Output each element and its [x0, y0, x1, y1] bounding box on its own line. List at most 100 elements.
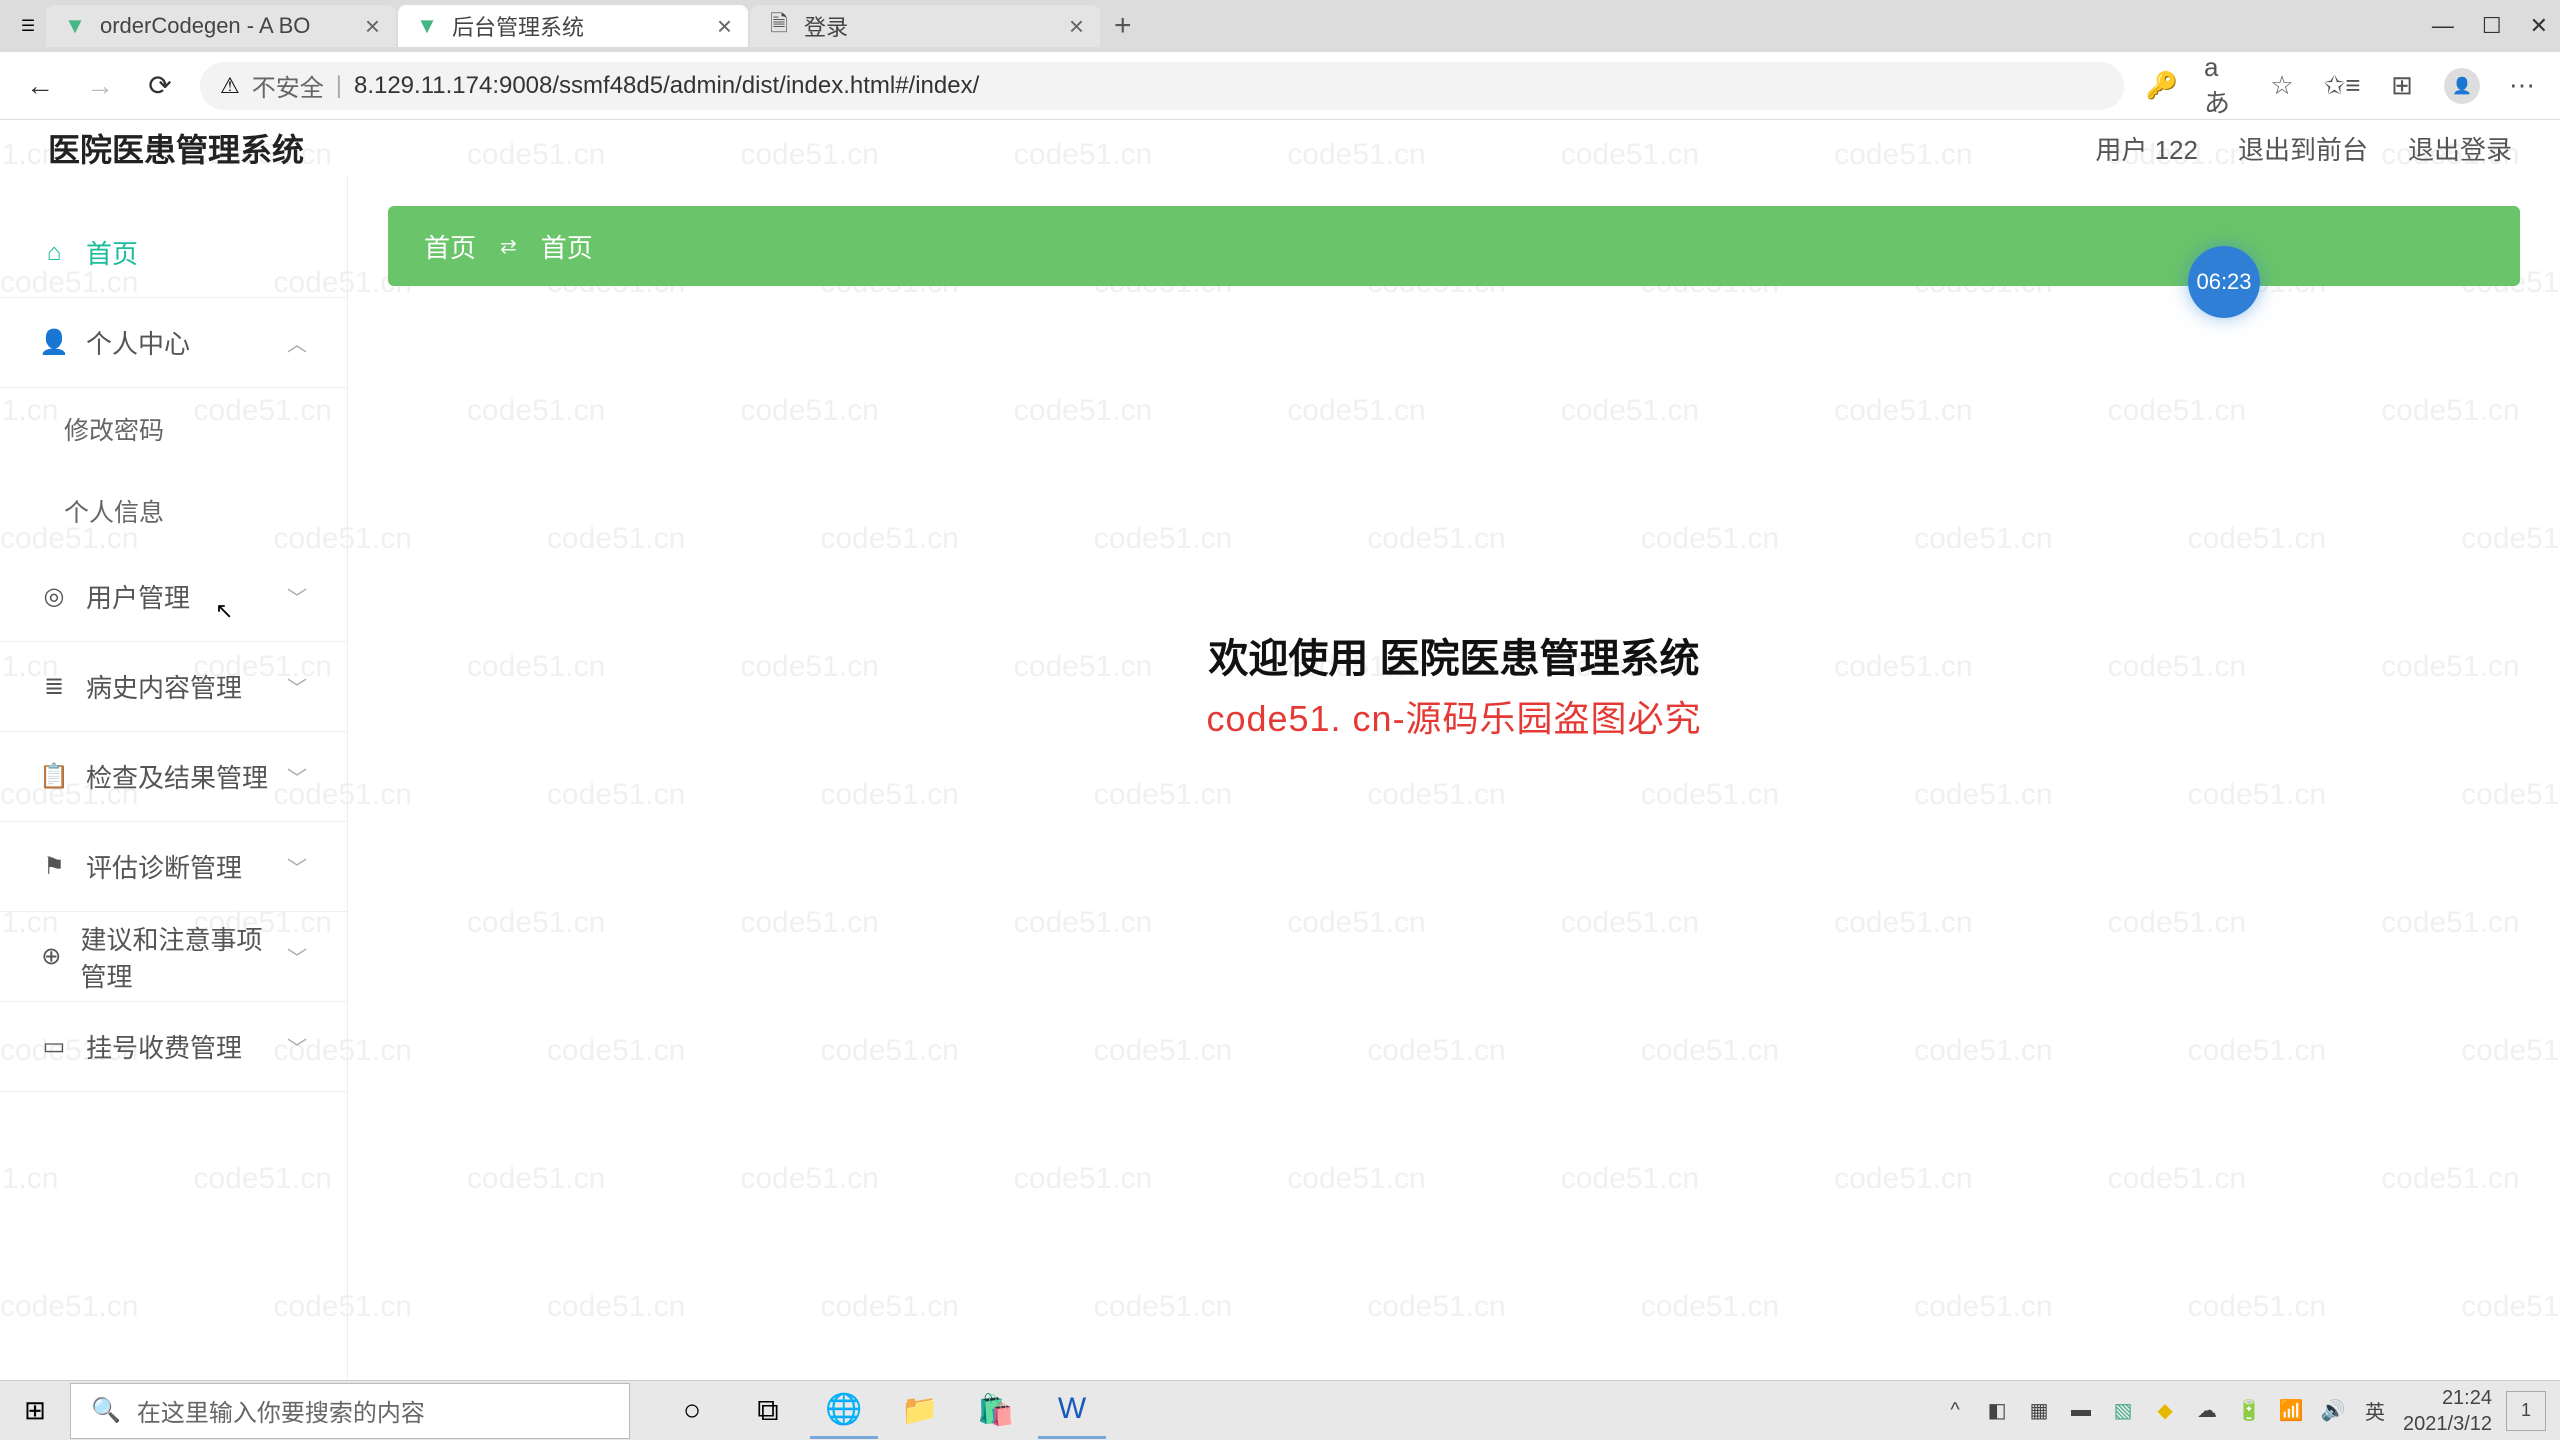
clipboard-icon: 📋: [40, 763, 68, 791]
sidebar-group-2[interactable]: 📋 检查及结果管理 ﹀: [0, 732, 347, 822]
search-icon: 🔍: [91, 1396, 121, 1425]
tray-app2-icon[interactable]: ▦: [2025, 1397, 2053, 1425]
explorer-icon[interactable]: 📁: [886, 1383, 954, 1439]
word-icon[interactable]: W: [1038, 1383, 1106, 1439]
forward-button[interactable]: →: [80, 66, 120, 106]
favorite-icon[interactable]: ☆: [2264, 68, 2300, 104]
flag-icon: ⚑: [40, 853, 68, 881]
sidebar-personal-info[interactable]: 个人信息: [0, 470, 347, 552]
ime-label[interactable]: 英: [2361, 1397, 2389, 1425]
main-area: 首页 ⇄ 首页 06:23 欢迎使用 医院医患管理系统 code51. cn-源…: [348, 176, 2560, 1380]
tray-app5-icon[interactable]: ◆: [2151, 1397, 2179, 1425]
sidebar-group-3[interactable]: ⚑ 评估诊断管理 ﹀: [0, 822, 347, 912]
close-icon[interactable]: ×: [717, 11, 732, 42]
chevron-down-icon: ﹀: [287, 852, 307, 881]
notification-icon[interactable]: 1: [2506, 1391, 2546, 1431]
chevron-down-icon: ﹀: [287, 942, 307, 971]
card-icon: ▭: [40, 1033, 68, 1061]
address-bar: ← → ⟳ ⚠ 不安全 | 8.129.11.174:9008/ssmf48d5…: [0, 52, 2560, 120]
tray-app4-icon[interactable]: ▧: [2109, 1397, 2137, 1425]
tab-sidebar-icon[interactable]: ☰: [12, 10, 44, 42]
system-tray: ^ ◧ ▦ ▬ ▧ ◆ ☁ 🔋 📶 🔊 英 21:24 2021/3/12 1: [1941, 1385, 2560, 1437]
read-aloud-icon[interactable]: 🔑: [2144, 68, 2180, 104]
cursor-icon: ↖: [215, 598, 233, 624]
breadcrumb-tab[interactable]: 首页: [424, 228, 476, 265]
time-badge: 06:23: [2188, 246, 2260, 318]
minimize-button[interactable]: —: [2432, 13, 2454, 39]
list-icon: ≣: [40, 673, 68, 701]
plus-circle-icon: ⊕: [40, 943, 63, 971]
taskbar-search[interactable]: 🔍 在这里输入你要搜索的内容: [70, 1383, 630, 1439]
welcome-area: 欢迎使用 医院医患管理系统 code51. cn-源码乐园盗图必究: [388, 626, 2520, 742]
page-favicon-icon: 🗎: [766, 13, 792, 39]
taskbar-clock[interactable]: 21:24 2021/3/12: [2403, 1385, 2492, 1437]
tab-title-0: orderCodegen - A BO: [100, 13, 353, 39]
sidebar: ⌂ 首页 👤 个人中心 ︿ 修改密码 个人信息 ◎ 用户管理 ﹀ ≣ 病史内容管理 ﹀ 📋 检…: [0, 176, 348, 1380]
breadcrumb-current: 首页: [541, 228, 593, 265]
user-icon: 👤: [40, 329, 68, 357]
exit-front-button[interactable]: 退出到前台: [2238, 130, 2368, 167]
user-label[interactable]: 用户 122: [2095, 130, 2198, 167]
sidebar-home[interactable]: ⌂ 首页: [0, 208, 347, 298]
sidebar-personal-label: 个人中心: [86, 324, 190, 361]
tray-app1-icon[interactable]: ◧: [1983, 1397, 2011, 1425]
sidebar-group-0[interactable]: ◎ 用户管理 ﹀: [0, 552, 347, 642]
close-window-button[interactable]: ✕: [2530, 13, 2548, 39]
sidebar-group-1[interactable]: ≣病史内容管理﹀: [0, 642, 347, 732]
sidebar-personal[interactable]: 👤 个人中心 ︿: [0, 298, 347, 388]
battery-icon[interactable]: 🔋: [2235, 1397, 2263, 1425]
start-button[interactable]: ⊞: [0, 1381, 70, 1441]
close-icon[interactable]: ×: [365, 11, 380, 42]
chevron-down-icon: ﹀: [287, 762, 307, 791]
sidebar-group-label: 检查及结果管理: [86, 758, 268, 795]
taskbar: ⊞ 🔍 在这里输入你要搜索的内容 ○ ⧉ 🌐 📁 🛍️ W ^ ◧ ▦ ▬ ▧ …: [0, 1380, 2560, 1440]
sidebar-group-4[interactable]: ⊕ 建议和注意事项管理 ﹀: [0, 912, 347, 1002]
favorites-bar-icon[interactable]: ✩≡: [2324, 68, 2360, 104]
back-button[interactable]: ←: [20, 66, 60, 106]
breadcrumb-sep-icon: ⇄: [500, 234, 517, 259]
app-body: ⌂ 首页 👤 个人中心 ︿ 修改密码 个人信息 ◎ 用户管理 ﹀ ≣ 病史内容管理 ﹀ 📋 检…: [0, 176, 2560, 1380]
tray-chevron-icon[interactable]: ^: [1941, 1397, 1969, 1425]
taskbar-apps: ○ ⧉ 🌐 📁 🛍️ W: [658, 1383, 1106, 1439]
cortana-icon[interactable]: ○: [658, 1383, 726, 1439]
sidebar-change-password[interactable]: 修改密码: [0, 388, 347, 470]
app-title: 医院医患管理系统: [48, 125, 304, 171]
browser-tab-0[interactable]: ▼ orderCodegen - A BO ×: [46, 5, 396, 47]
url-bar[interactable]: ⚠ 不安全 | 8.129.11.174:9008/ssmf48d5/admin…: [200, 62, 2124, 110]
app: 医院医患管理系统 用户 122 退出到前台 退出登录 ⌂ 首页 👤 个人中心 ︿…: [0, 120, 2560, 1380]
chevron-down-icon: ﹀: [287, 582, 307, 611]
tab-title-2: 登录: [804, 10, 1057, 42]
tray-app3-icon[interactable]: ▬: [2067, 1397, 2095, 1425]
new-tab-button[interactable]: +: [1102, 9, 1144, 43]
translate-icon[interactable]: aあ: [2204, 68, 2240, 104]
browser-chrome: ☰ ▼ orderCodegen - A BO × ▼ 后台管理系统 × 🗎 登…: [0, 0, 2560, 120]
security-label: 不安全: [252, 68, 324, 103]
vue-favicon-icon: ▼: [62, 13, 88, 39]
sidebar-group-label: 病史内容管理: [86, 668, 242, 705]
welcome-sub: code51. cn-源码乐园盗图必究: [388, 690, 2520, 742]
sidebar-group-label: 评估诊断管理: [86, 848, 242, 885]
task-view-icon[interactable]: ⧉: [734, 1383, 802, 1439]
onedrive-icon[interactable]: ☁: [2193, 1397, 2221, 1425]
url-separator: |: [336, 72, 342, 100]
close-icon[interactable]: ×: [1069, 11, 1084, 42]
logout-button[interactable]: 退出登录: [2408, 130, 2512, 167]
browser-tab-2[interactable]: 🗎 登录 ×: [750, 5, 1100, 47]
store-icon[interactable]: 🛍️: [962, 1383, 1030, 1439]
menu-icon[interactable]: ⋯: [2504, 68, 2540, 104]
wifi-icon[interactable]: 📶: [2277, 1397, 2305, 1425]
volume-icon[interactable]: 🔊: [2319, 1397, 2347, 1425]
chevron-up-icon: ︿: [287, 328, 307, 357]
maximize-button[interactable]: ☐: [2482, 13, 2502, 39]
sidebar-group-label: 建议和注意事项管理: [81, 920, 269, 994]
sidebar-group-label: 用户管理: [86, 578, 190, 615]
reload-button[interactable]: ⟳: [140, 66, 180, 106]
app-header: 医院医患管理系统 用户 122 退出到前台 退出登录: [0, 120, 2560, 176]
browser-tab-1[interactable]: ▼ 后台管理系统 ×: [398, 5, 748, 47]
target-icon: ◎: [40, 583, 68, 611]
profile-icon[interactable]: 👤: [2444, 68, 2480, 104]
edge-icon[interactable]: 🌐: [810, 1383, 878, 1439]
url-text: 8.129.11.174:9008/ssmf48d5/admin/dist/in…: [354, 72, 979, 100]
sidebar-group-5[interactable]: ▭挂号收费管理﹀: [0, 1002, 347, 1092]
collections-icon[interactable]: ⊞: [2384, 68, 2420, 104]
